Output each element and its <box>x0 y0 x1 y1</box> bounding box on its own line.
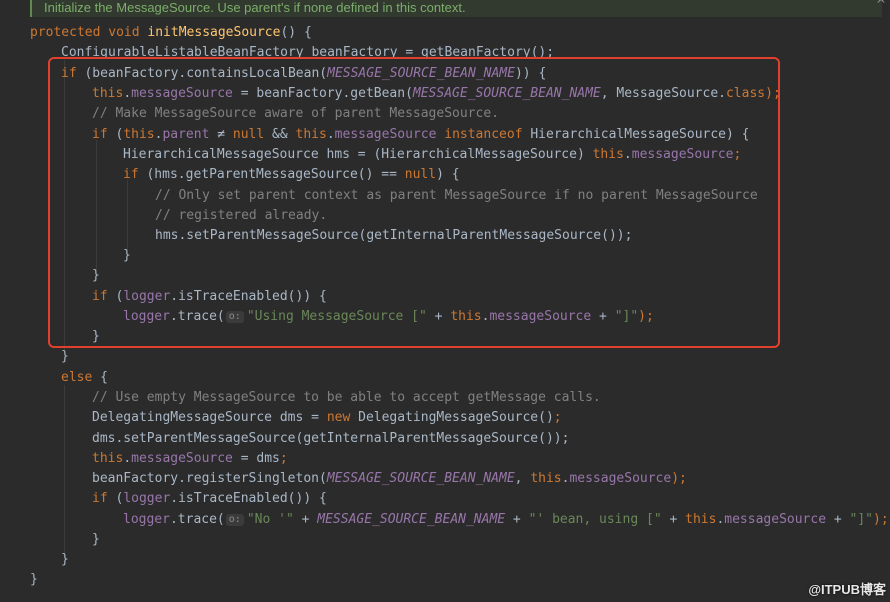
code-text: } <box>92 532 100 547</box>
field: logger <box>123 491 171 506</box>
rendered-doc-comment: Initialize the MessageSource. Use parent… <box>30 0 882 17</box>
code-line[interactable]: protected void initMessageSource() { <box>30 23 312 43</box>
code-line[interactable]: if (logger.isTraceEnabled()) { <box>92 489 327 509</box>
method-name: initMessageSource <box>147 25 281 40</box>
code-line[interactable]: } <box>92 530 100 550</box>
string-literal: "No '" <box>246 512 294 527</box>
code-line[interactable]: } <box>30 570 38 590</box>
field: messageSource <box>569 471 672 486</box>
code-text: } <box>61 349 69 364</box>
code-line[interactable]: DelegatingMessageSource dms = new Delega… <box>92 408 562 428</box>
field: messageSource <box>131 451 233 466</box>
punctuation: ; <box>553 410 562 425</box>
code-line[interactable]: this.messageSource = dms; <box>92 449 288 469</box>
code-text: } <box>30 572 38 587</box>
code-text: .trace( <box>169 512 225 527</box>
code-text: + <box>293 512 318 527</box>
code-text: () { <box>280 25 312 40</box>
field: messageSource <box>724 512 827 527</box>
code-editor[interactable]: Initialize the MessageSource. Use parent… <box>0 0 890 602</box>
string-literal: "' bean, using [" <box>528 512 662 527</box>
code-text: DelegatingMessageSource() <box>358 410 554 425</box>
code-line[interactable]: } <box>61 347 69 367</box>
watermark: @ITPUB博客 <box>808 582 886 597</box>
punctuation: ); <box>873 512 889 527</box>
code-line[interactable]: else { <box>61 368 108 388</box>
comment: // Use empty MessageSource to be able to… <box>92 390 601 405</box>
code-line[interactable]: // Use empty MessageSource to be able to… <box>92 388 601 408</box>
code-text: = dms <box>232 451 280 466</box>
code-text: dms.setParentMessageSource(getInternalPa… <box>92 431 570 446</box>
keyword: this <box>685 512 717 527</box>
field: logger <box>123 512 170 527</box>
highlight-annotation-box <box>48 57 780 348</box>
constant: MESSAGE_SOURCE_BEAN_NAME <box>326 471 515 486</box>
code-text: beanFactory.registerSingleton( <box>92 471 327 486</box>
punctuation: ); <box>671 471 687 486</box>
code-line[interactable]: logger.trace(o: "No '" + MESSAGE_SOURCE_B… <box>123 510 889 530</box>
doc-comment-text: Initialize the MessageSource. Use parent… <box>44 0 466 15</box>
constant: MESSAGE_SOURCE_BEAN_NAME <box>317 512 506 527</box>
code-text: { <box>100 370 108 385</box>
keyword: else <box>61 370 101 385</box>
code-text: .isTraceEnabled()) { <box>170 491 327 506</box>
collapse-icon[interactable]: ^ <box>876 0 886 11</box>
code-text: DelegatingMessageSource dms = <box>92 410 327 425</box>
keyword: this <box>92 451 124 466</box>
string-literal: "]" <box>849 512 873 527</box>
code-text: , <box>514 471 531 486</box>
code-text: } <box>61 552 69 567</box>
indent-guide <box>64 385 65 555</box>
code-text: + <box>661 512 686 527</box>
keyword: this <box>530 471 562 486</box>
code-text: + <box>505 512 529 527</box>
parameter-hint: o: <box>225 514 244 526</box>
code-line[interactable]: } <box>61 550 69 570</box>
punctuation: ; <box>279 451 288 466</box>
keyword: protected void <box>30 25 148 40</box>
code-text: . <box>123 451 132 466</box>
code-line[interactable]: dms.setParentMessageSource(getInternalPa… <box>92 429 569 449</box>
keyword: new <box>326 410 359 425</box>
code-text: + <box>826 512 850 527</box>
keyword: if <box>92 491 116 506</box>
code-line[interactable]: beanFactory.registerSingleton(MESSAGE_SO… <box>92 469 687 489</box>
